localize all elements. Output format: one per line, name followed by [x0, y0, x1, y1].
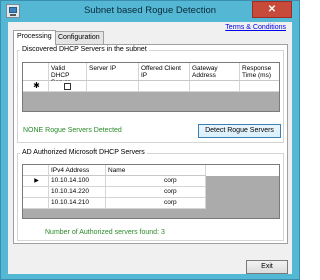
authorized-count-text: Number of Authorized servers found: 3 [45, 229, 165, 236]
exit-button[interactable]: Exit [246, 260, 288, 274]
col-offered-client-ip[interactable]: Offered Client IP [139, 63, 190, 81]
table-row[interactable]: 10.10.14.210 corp [23, 198, 206, 209]
name-cell[interactable]: corp [106, 187, 206, 198]
terms-link[interactable]: Terms & Conditions [225, 24, 286, 31]
col-valid-dhcp-server[interactable]: Valid DHCP Server [49, 63, 87, 86]
col-ipv4-address[interactable]: IPv4 Address [49, 165, 106, 176]
row-header-corner [23, 165, 49, 176]
server-ip-cell[interactable] [87, 81, 139, 92]
authorized-servers-group: AD Authorized Microsoft DHCP Servers IPv… [17, 149, 284, 241]
row-header-corner [23, 63, 49, 81]
col-name[interactable]: Name [106, 165, 206, 176]
table-row[interactable]: ▶ 10.10.14.100 corp [23, 176, 206, 187]
app-window: Subnet based Rogue Detection ✕ Terms & C… [0, 0, 300, 280]
table-row[interactable]: 10.10.14.220 corp [23, 187, 206, 198]
tab-configuration[interactable]: Configuration [54, 31, 104, 44]
col-server-ip[interactable]: Server IP [87, 63, 139, 81]
discovered-servers-grid[interactable]: Valid DHCP Server Server IP Offered Clie… [22, 62, 280, 112]
valid-dhcp-cell[interactable] [49, 81, 87, 92]
response-time-cell[interactable] [240, 81, 279, 92]
row-header [23, 187, 49, 198]
table-row[interactable]: ✱ [23, 81, 279, 92]
ipv4-cell[interactable]: 10.10.14.100 [49, 176, 106, 187]
authorized-servers-grid[interactable]: IPv4 Address Name ▶ 10.10.14.100 corp 10… [22, 164, 280, 219]
tab-processing[interactable]: Processing [13, 30, 56, 45]
detect-rogue-servers-button[interactable]: Detect Rogue Servers [198, 124, 281, 138]
title-bar[interactable]: Subnet based Rogue Detection ✕ [1, 1, 299, 21]
close-button[interactable]: ✕ [252, 1, 292, 18]
col-response-time[interactable]: Response Time (ms) [240, 63, 279, 81]
discovered-servers-group: Discovered DHCP Servers in the subnet Va… [17, 46, 284, 143]
client-area: Terms & Conditions Processing Configurat… [8, 22, 292, 274]
discovered-servers-title: Discovered DHCP Servers in the subnet [20, 46, 149, 53]
col-gateway-address[interactable]: Gateway Address [190, 63, 240, 81]
ipv4-cell[interactable]: 10.10.14.210 [49, 198, 106, 209]
ipv4-cell[interactable]: 10.10.14.220 [49, 187, 106, 198]
offered-client-ip-cell[interactable] [139, 81, 190, 92]
authorized-servers-title: AD Authorized Microsoft DHCP Servers [20, 149, 147, 156]
row-header [23, 198, 49, 209]
grid-header: Valid DHCP Server Server IP Offered Clie… [23, 63, 279, 86]
rogue-status-text: NONE Rogue Servers Detected [23, 127, 122, 134]
gateway-address-cell[interactable] [190, 81, 240, 92]
grid-header: IPv4 Address Name [23, 165, 279, 176]
processing-panel: Discovered DHCP Servers in the subnet Va… [13, 44, 288, 244]
name-cell[interactable]: corp [106, 198, 206, 209]
name-cell[interactable]: corp [106, 176, 206, 187]
current-row-marker: ▶ [23, 176, 49, 187]
new-row-marker: ✱ [23, 81, 49, 92]
valid-dhcp-checkbox[interactable] [64, 83, 71, 90]
